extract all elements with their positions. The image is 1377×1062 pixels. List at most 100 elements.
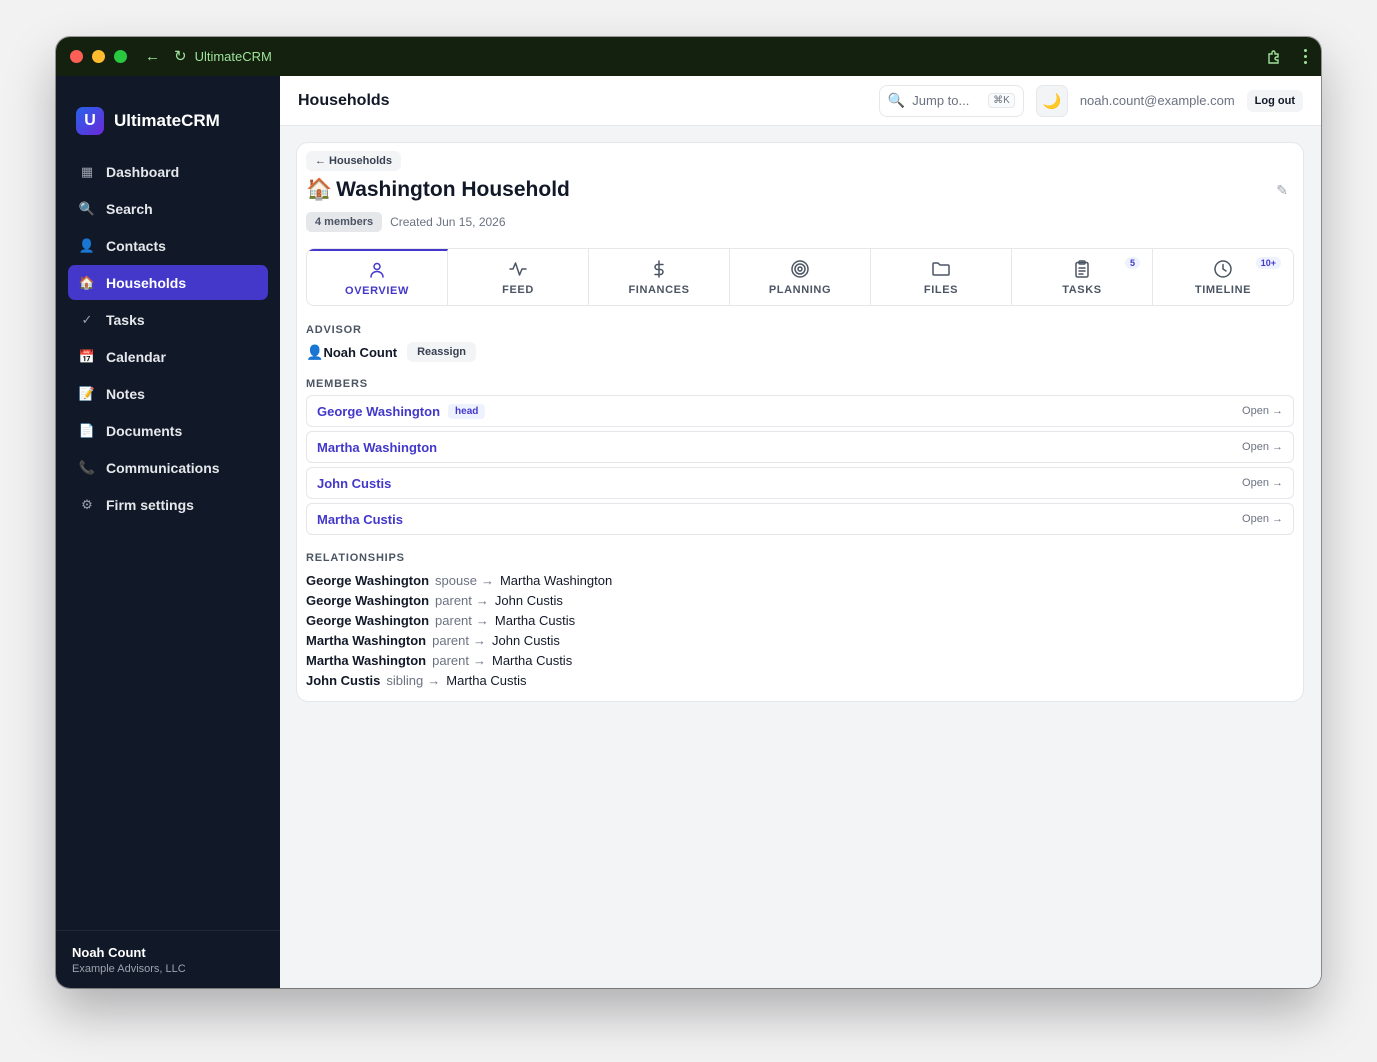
head-badge: head [448, 403, 486, 419]
back-to-households-button[interactable]: ← Households [306, 151, 402, 171]
edit-icon[interactable]: ✎ [1276, 182, 1288, 199]
open-member-link[interactable]: Open → [1242, 513, 1283, 525]
member-row[interactable]: Martha Washington Open → [306, 431, 1294, 463]
tab-overview[interactable]: OVERVIEW [307, 249, 448, 305]
arrow-right-icon: → [480, 573, 494, 588]
browser-titlebar: ← ↻ UltimateCRM [56, 37, 1321, 76]
member-row[interactable]: George Washington head Open → [306, 395, 1294, 427]
members-count-badge: 4 members [306, 212, 383, 232]
logout-button[interactable]: Log out [1246, 89, 1303, 112]
arrow-left-icon[interactable]: ← [145, 49, 160, 64]
window-controls [70, 50, 127, 63]
open-member-link[interactable]: Open → [1242, 405, 1283, 417]
folder-icon [932, 261, 950, 276]
calendar-icon: 📅 [78, 348, 96, 364]
sidebar-item-label: Communications [106, 459, 220, 476]
members-section-label: MEMBERS [306, 378, 368, 390]
relationship-to: Martha Custis [446, 673, 527, 688]
sidebar-item-label: Tasks [106, 311, 145, 328]
sidebar-item-tasks[interactable]: ✓ Tasks [68, 302, 268, 337]
maximize-window-button[interactable] [114, 50, 127, 63]
relationship-kind: parent [435, 613, 472, 628]
relationship-from: John Custis [306, 673, 381, 688]
tab-label: PLANNING [768, 283, 832, 296]
kebab-icon[interactable] [1304, 49, 1307, 64]
relationship-kind: parent [432, 653, 469, 668]
sidebar-item-label: Contacts [106, 237, 166, 254]
moon-icon[interactable]: 🌙 [1035, 84, 1068, 117]
sidebar-item-dashboard[interactable]: ▦ Dashboard [68, 154, 268, 189]
page-title: Households [298, 91, 390, 109]
relationship-row: George Washington parent → John Custis [306, 591, 1294, 611]
sidebar-item-label: Firm settings [106, 496, 194, 513]
open-member-link[interactable]: Open → [1242, 477, 1283, 489]
member-name-link[interactable]: John Custis [317, 476, 391, 491]
relationship-list: George Washington spouse → Martha Washingto… [306, 571, 1294, 691]
arrow-right-icon: → [473, 633, 486, 648]
reassign-button[interactable]: Reassign [407, 342, 477, 362]
household-title: 🏠 Washington Household [306, 178, 570, 202]
tab-finances[interactable]: FINANCES [589, 249, 730, 305]
sidebar-item-contacts[interactable]: 👤 Contacts [68, 228, 268, 263]
arrow-right-icon: → [475, 613, 489, 628]
member-name-link[interactable]: Martha Washington [317, 440, 437, 455]
sidebar-user-name: Noah Count [72, 945, 146, 960]
contacts-icon: 👤 [78, 237, 96, 253]
minimize-window-button[interactable] [92, 50, 105, 63]
jump-to-input[interactable]: 🔍 Jump to... ⌘K [878, 84, 1024, 117]
member-name-link[interactable]: George Washington [317, 404, 440, 419]
sidebar-item-households[interactable]: 🏠 Households [68, 265, 268, 300]
sidebar-item-documents[interactable]: 📄 Documents [68, 413, 268, 448]
tab-timeline[interactable]: TIMELINE 10+ [1153, 249, 1293, 305]
relationship-kind: parent [432, 633, 469, 648]
household-name: Washington Household [336, 178, 570, 201]
open-member-link[interactable]: Open → [1242, 441, 1283, 453]
relationships-section-label: RELATIONSHIPS [306, 552, 405, 564]
puzzle-icon[interactable] [1266, 49, 1282, 65]
sidebar-item-label: Calendar [106, 348, 166, 365]
notes-icon: 📝 [78, 385, 96, 401]
dashboard-icon: ▦ [80, 163, 94, 179]
tab-label: TIMELINE [1194, 283, 1252, 296]
sidebar-item-search[interactable]: 🔍 Search [68, 191, 268, 226]
member-row[interactable]: Martha Custis Open → [306, 503, 1294, 535]
member-name-link[interactable]: Martha Custis [317, 512, 403, 527]
app-window: ← ↻ UltimateCRM U UltimateCRM ▦ Dashboard… [56, 37, 1321, 988]
relationship-to: Martha Washington [499, 573, 613, 588]
sidebar-item-communications[interactable]: 📞 Communications [68, 450, 268, 485]
arrow-right-icon: → [427, 673, 441, 688]
arrow-right-icon: → [475, 593, 489, 608]
topbar: Households 🔍 Jump to... ⌘K 🌙 noah.count@… [280, 76, 1321, 126]
relationship-row: George Washington parent → Martha Custis [306, 611, 1294, 631]
reload-icon[interactable]: ↻ [174, 49, 187, 64]
tab-label: TASKS [1062, 283, 1102, 296]
sidebar-user[interactable]: Noah Count Example Advisors, LLC [56, 930, 280, 988]
sidebar-item-firm-settings[interactable]: ⚙ Firm settings [68, 487, 268, 522]
brand[interactable]: U UltimateCRM [56, 76, 280, 146]
relationship-kind: parent [435, 593, 472, 608]
relationship-row: Martha Washington parent → John Custis [306, 631, 1294, 651]
target-icon [791, 259, 809, 278]
search-icon: 🔍 [887, 92, 906, 108]
member-list: George Washington head Open → Martha Washin… [306, 395, 1294, 535]
tab-feed[interactable]: FEED [448, 249, 589, 305]
tab-files[interactable]: FILES [871, 249, 1012, 305]
close-window-button[interactable] [70, 50, 83, 63]
household-tabs: OVERVIEW FEED FINANCES PLANNING FILES TASKS 5 T… [306, 248, 1294, 306]
relationship-from: Martha Washington [306, 653, 427, 668]
relationship-kind: sibling [386, 673, 424, 688]
member-row[interactable]: John Custis Open → [306, 467, 1294, 499]
relationship-kind: spouse [435, 573, 477, 588]
shortcut-hint: ⌘K [988, 93, 1015, 108]
households-icon: 🏠 [78, 274, 96, 290]
tab-tasks[interactable]: TASKS 5 [1012, 249, 1153, 305]
relationship-row: George Washington spouse → Martha Washingto… [306, 571, 1294, 591]
sidebar-item-calendar[interactable]: 📅 Calendar [68, 339, 268, 374]
sidebar-item-notes[interactable]: 📝 Notes [68, 376, 268, 411]
brand-name: UltimateCRM [114, 111, 220, 130]
clipboard-icon [1075, 259, 1089, 278]
tab-planning[interactable]: PLANNING [730, 249, 871, 305]
jump-placeholder: Jump to... [912, 93, 970, 108]
relationship-to: Martha Custis [492, 653, 573, 668]
relationship-row: John Custis sibling → Martha Custis [306, 671, 1294, 691]
